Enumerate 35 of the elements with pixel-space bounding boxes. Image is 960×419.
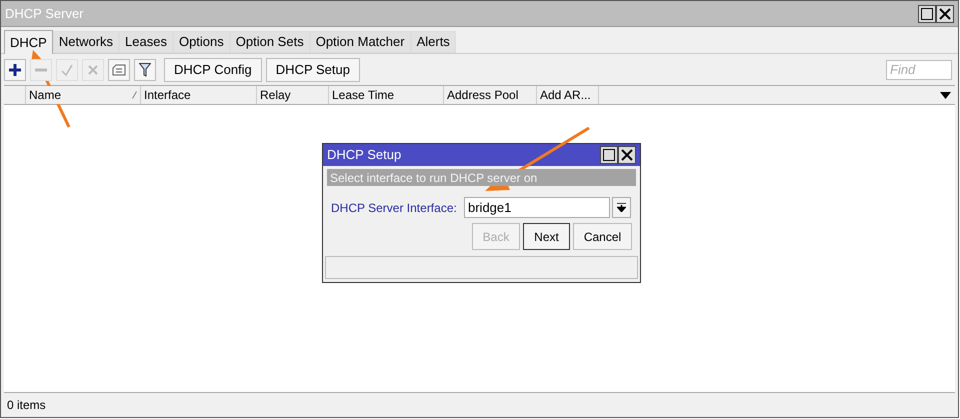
maximize-button[interactable] [600,146,618,164]
cross-icon [87,64,99,76]
plus-icon [9,64,21,76]
toolbar-button[interactable]: DHCP Config [164,58,262,82]
dropdown-button[interactable] [612,197,631,218]
dropdown-arrow-icon [617,203,626,212]
field-label: DHCP Server Interface: [331,200,458,216]
column-header[interactable]: Add AR... [537,86,599,104]
tab[interactable]: Option Sets [230,31,310,53]
comment-button[interactable] [108,58,130,80]
tab[interactable]: Leases [119,31,173,53]
instruction-text: Select interface to run DHCP server on [330,170,538,186]
interface-field[interactable]: bridge1 [464,197,610,218]
dropdown-arrow-icon[interactable] [940,92,951,98]
dialog-button[interactable]: Next [523,223,570,250]
tab[interactable]: Alerts [410,31,456,53]
filter-icon [139,62,151,76]
window-title: DHCP Server [5,4,84,23]
close-button[interactable] [618,146,636,164]
maximize-button[interactable] [918,4,936,22]
tab[interactable]: Option Matcher [310,31,411,53]
tab[interactable]: DHCP [4,30,53,54]
close-button[interactable] [936,4,954,22]
column-header[interactable]: Address Pool [444,86,537,104]
search-field[interactable]: Find [886,60,952,80]
tab[interactable]: Networks [52,31,120,53]
dialog-button[interactable]: Cancel [573,223,632,250]
toolbar-button[interactable]: DHCP Setup [266,58,360,82]
check-icon [61,64,73,76]
add-button[interactable] [4,58,26,80]
note-icon [112,64,126,76]
status-text: 0 items [7,397,46,414]
dialog-title: DHCP Setup [327,146,402,164]
tab[interactable]: Options [172,31,230,53]
filter-button[interactable] [134,58,156,80]
